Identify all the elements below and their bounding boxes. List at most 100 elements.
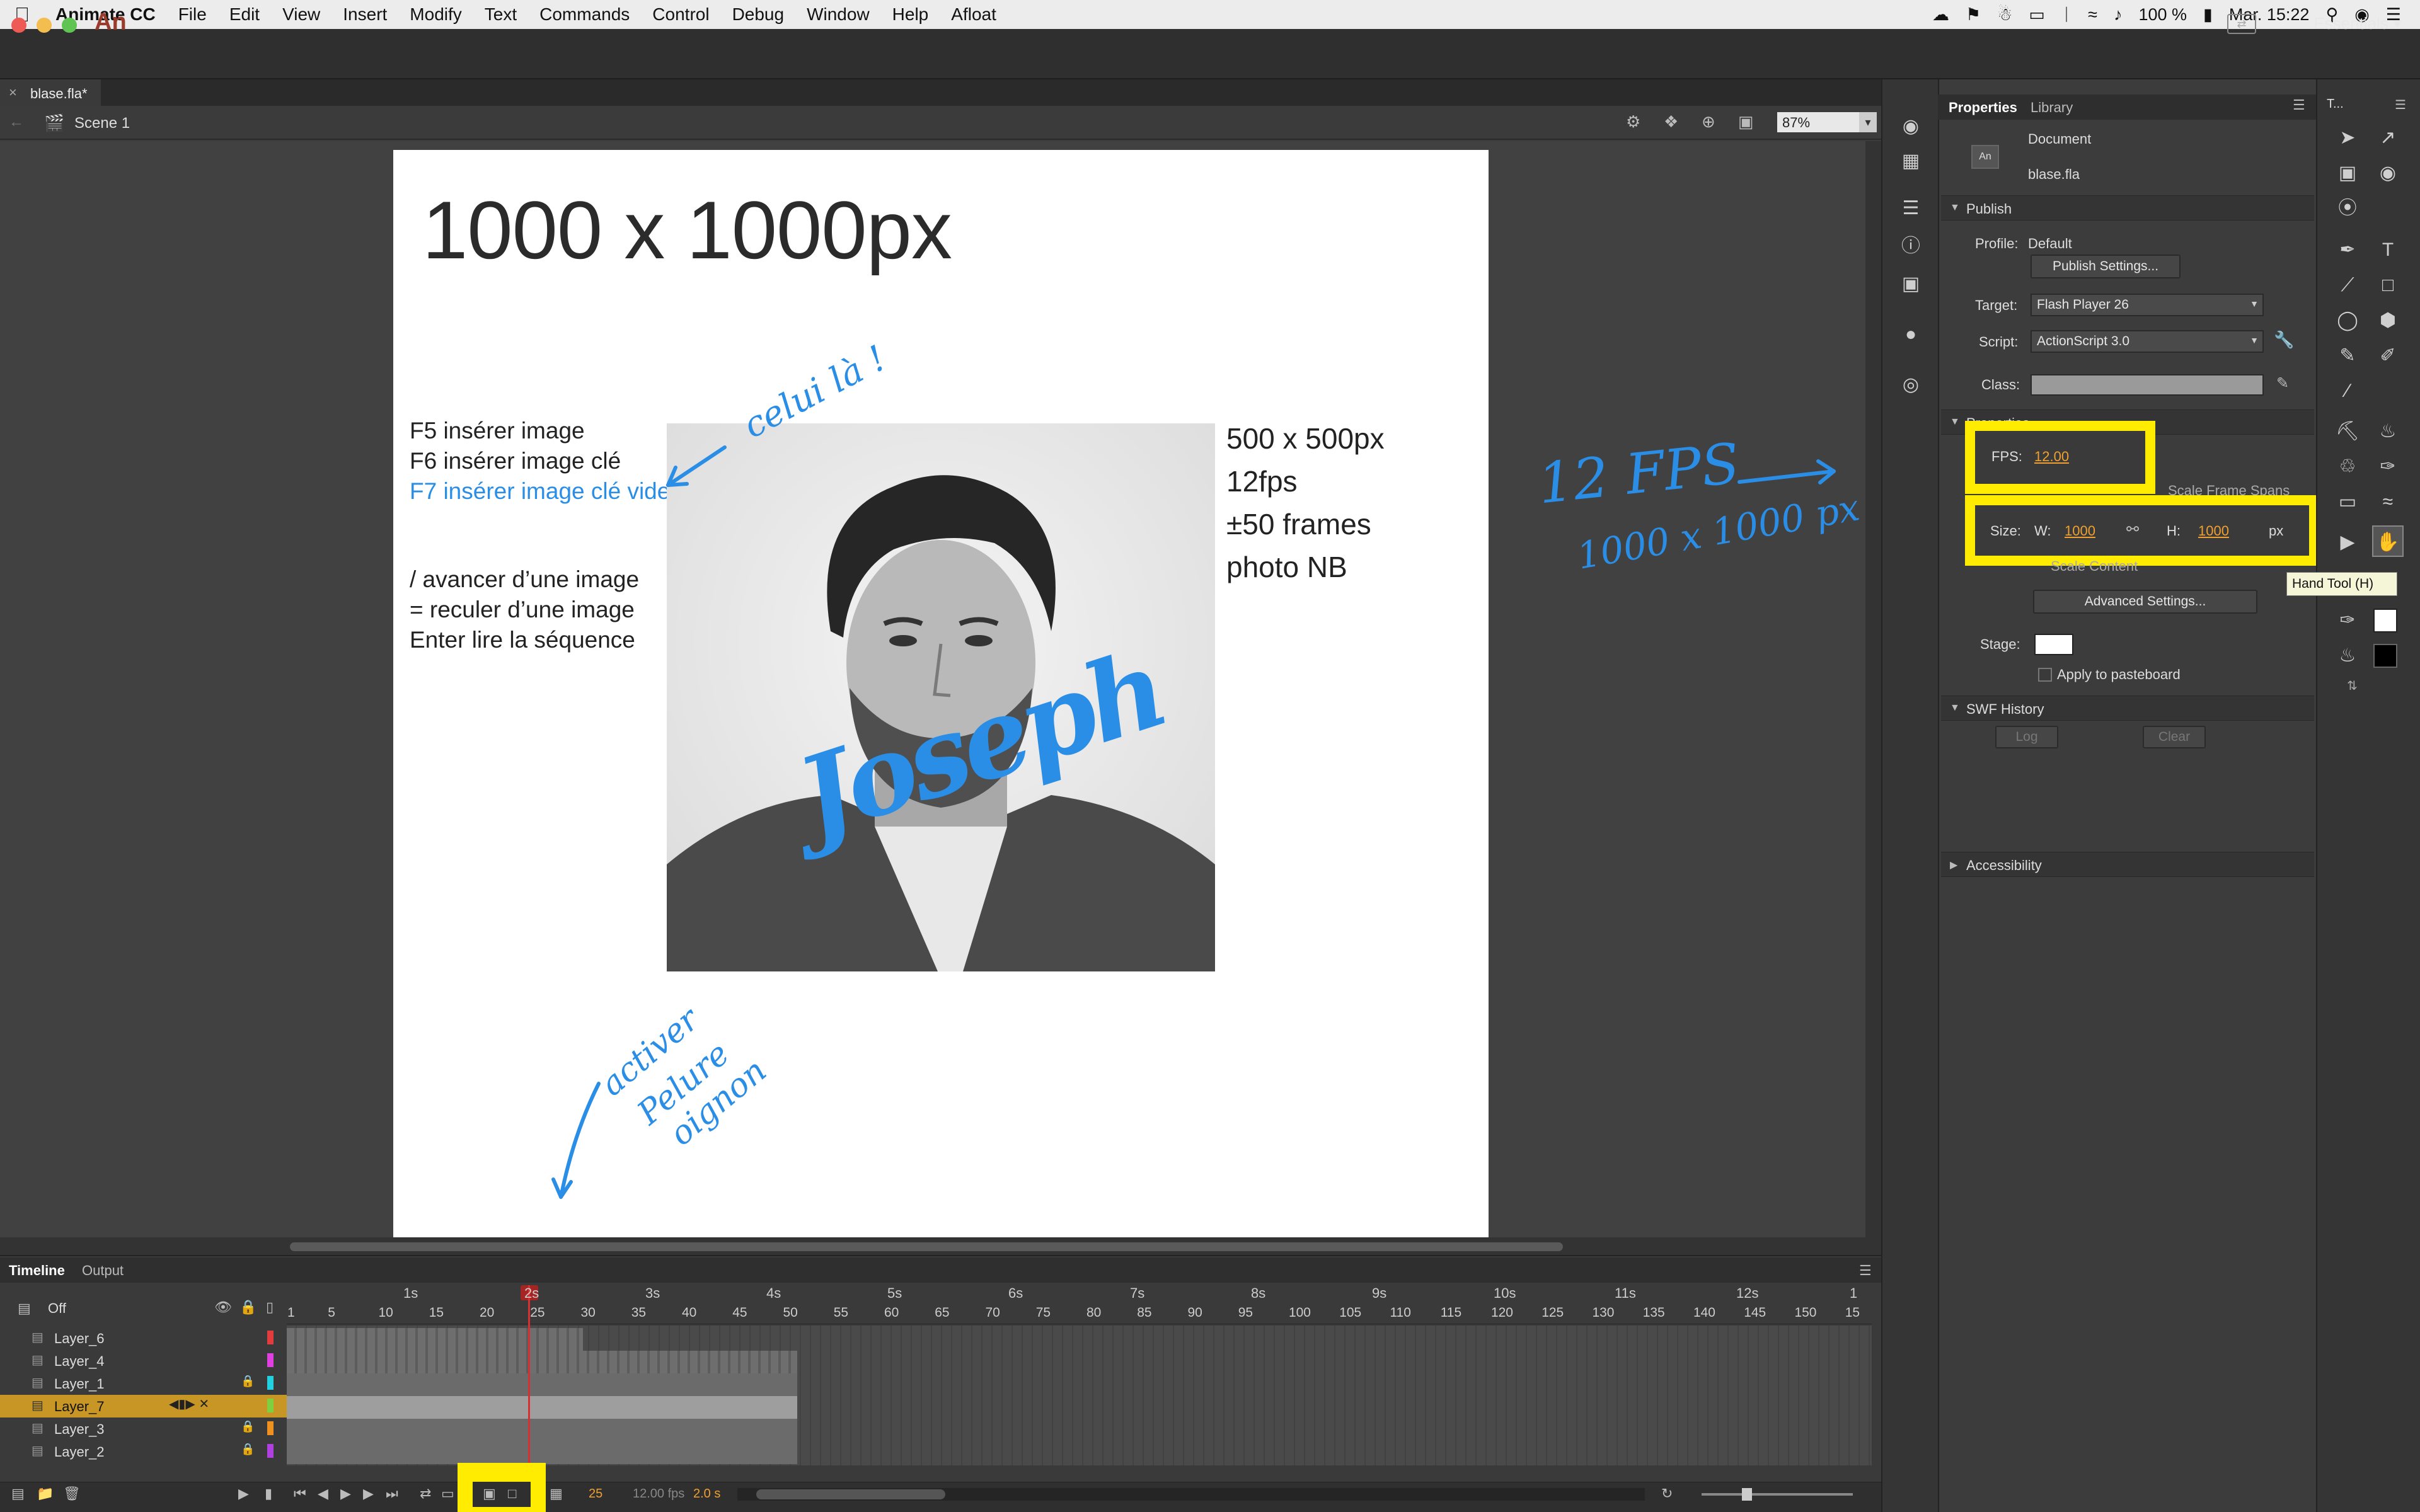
- lasso-tool-icon[interactable]: ⦿: [2332, 193, 2363, 224]
- publish-settings-button[interactable]: Publish Settings...: [2031, 255, 2181, 278]
- layer3-frames[interactable]: [287, 1419, 797, 1441]
- panel-menu-icon[interactable]: ☰: [2293, 97, 2305, 113]
- loop-icon[interactable]: ⇄: [420, 1486, 431, 1502]
- horizontal-scroll-thumb[interactable]: [290, 1242, 1563, 1251]
- info-icon[interactable]: ⓘ: [1895, 231, 1927, 262]
- camera-tool-icon[interactable]: ▶: [2332, 527, 2363, 558]
- show-hide-all-icon[interactable]: 👁: [214, 1299, 232, 1315]
- paint-bucket-tool-icon[interactable]: ♨: [2372, 416, 2404, 447]
- play-icon[interactable]: ▶: [340, 1486, 351, 1502]
- onion-skin-outlines-icon[interactable]: □: [508, 1486, 516, 1502]
- 3d-rotation-tool-icon[interactable]: ◉: [2372, 158, 2404, 189]
- tools-menu-icon[interactable]: ☰: [2395, 97, 2406, 113]
- target-dropdown[interactable]: Flash Player 26 ▼: [2031, 294, 2264, 316]
- layer3-color-chip[interactable]: [267, 1421, 274, 1435]
- free-transform-tool-icon[interactable]: ▣: [2332, 158, 2363, 189]
- layer2-lock-icon[interactable]: 🔒: [241, 1443, 255, 1456]
- lock-all-icon[interactable]: 🔒: [239, 1299, 256, 1315]
- parenting-view-icon[interactable]: ▮: [265, 1486, 272, 1502]
- wrench-icon[interactable]: 🔧: [2274, 330, 2294, 350]
- pen-tool-icon[interactable]: ✒: [2332, 234, 2363, 266]
- layer3-lock-icon[interactable]: 🔒: [241, 1420, 255, 1433]
- layer2-frames[interactable]: [287, 1441, 797, 1464]
- layer4-color-chip[interactable]: [267, 1353, 274, 1367]
- publish-section[interactable]: ▼ Publish: [1941, 195, 2314, 220]
- eyedropper-tool-icon[interactable]: ✑: [2372, 451, 2404, 483]
- height-input[interactable]: 1000: [2198, 523, 2229, 539]
- swap-colors-icon[interactable]: ⇅: [2347, 678, 2358, 694]
- step-forward-icon[interactable]: ▶: [363, 1486, 374, 1502]
- swatches-icon[interactable]: ●: [1895, 319, 1927, 350]
- eraser-tool-icon[interactable]: ▭: [2332, 486, 2363, 518]
- layer7-color-chip[interactable]: [267, 1399, 274, 1412]
- script-dropdown[interactable]: ActionScript 3.0 ▼: [2031, 330, 2264, 353]
- class-input[interactable]: [2031, 374, 2264, 396]
- fill-color-swatch[interactable]: [2373, 644, 2397, 668]
- timeline-zoom-slider[interactable]: [1702, 1493, 1853, 1496]
- pencil-tool-icon[interactable]: ✎: [2332, 340, 2363, 372]
- swf-log-button[interactable]: Log: [1995, 726, 2058, 748]
- layer1-color-chip[interactable]: [267, 1376, 274, 1390]
- paint-brush-tool-icon[interactable]: ∕: [2332, 375, 2363, 407]
- step-back-icon[interactable]: ◀: [318, 1486, 328, 1502]
- polystar-tool-icon[interactable]: ⬢: [2372, 305, 2404, 336]
- camera-icon[interactable]: ▶: [238, 1486, 249, 1502]
- grid-icon[interactable]: ▦: [1895, 146, 1927, 177]
- hand-tool-icon[interactable]: ✋: [2372, 525, 2404, 557]
- stage-vertical-scrollbar[interactable]: [1865, 141, 1881, 1237]
- apply-pasteboard-checkbox[interactable]: [2038, 668, 2052, 682]
- width-input[interactable]: 1000: [2065, 523, 2095, 539]
- frame-rate-display[interactable]: 12.00 fps: [633, 1487, 684, 1501]
- new-folder-icon[interactable]: 📁: [37, 1486, 54, 1502]
- elapsed-time[interactable]: 2.0 s: [693, 1487, 720, 1501]
- ink-bottle-tool-icon[interactable]: ♲: [2332, 451, 2363, 483]
- tab-timeline[interactable]: Timeline: [9, 1263, 65, 1279]
- edit-multiple-frames-icon[interactable]: ▦: [550, 1486, 563, 1502]
- outline-all-icon[interactable]: ▯: [266, 1299, 274, 1315]
- link-dimensions-icon[interactable]: ⚯: [2126, 520, 2139, 539]
- text-tool-icon[interactable]: T: [2372, 234, 2404, 266]
- transform-icon[interactable]: ▣: [1895, 268, 1927, 300]
- oval-tool-icon[interactable]: ◯: [2332, 305, 2363, 336]
- stroke-color-icon[interactable]: ✑: [2332, 605, 2363, 636]
- accessibility-section[interactable]: ▶ Accessibility: [1941, 852, 2314, 877]
- layer4-frames[interactable]: [287, 1351, 797, 1373]
- swf-clear-button[interactable]: Clear: [2143, 726, 2206, 748]
- layer-controls-icon[interactable]: ◀▮▶ ✕: [169, 1396, 209, 1412]
- go-first-frame-icon[interactable]: ⏮: [294, 1486, 306, 1502]
- align-icon[interactable]: ☰: [1895, 193, 1927, 224]
- layer1-lock-icon[interactable]: 🔒: [241, 1375, 255, 1388]
- timeline-scroll-thumb[interactable]: [756, 1489, 945, 1499]
- layer7-frames[interactable]: [287, 1396, 797, 1419]
- layer1-frames[interactable]: [287, 1373, 797, 1396]
- cc-libraries-icon[interactable]: ◎: [1895, 369, 1927, 401]
- layer2-color-chip[interactable]: [267, 1444, 274, 1458]
- pencil-icon[interactable]: ✎: [2276, 374, 2289, 392]
- tab-library[interactable]: Library: [2023, 97, 2080, 118]
- onion-skin-mode[interactable]: Off: [48, 1300, 66, 1317]
- onion-skin-icon[interactable]: ▣: [483, 1486, 496, 1502]
- current-frame[interactable]: 25: [589, 1487, 602, 1501]
- new-layer-icon[interactable]: ▤: [11, 1486, 25, 1502]
- motion-editor-icon[interactable]: ◉: [1895, 111, 1927, 142]
- timeline-zoom-thumb[interactable]: [1742, 1488, 1752, 1501]
- width-tool-icon[interactable]: ≈: [2372, 486, 2404, 518]
- subselection-tool-icon[interactable]: ↗: [2372, 122, 2404, 154]
- layer6-frames[interactable]: [287, 1328, 583, 1351]
- stage-color-swatch[interactable]: [2034, 634, 2073, 655]
- rectangle-tool-icon[interactable]: □: [2372, 270, 2404, 301]
- fill-color-icon[interactable]: ♨: [2332, 640, 2363, 672]
- bone-tool-icon[interactable]: ⛏: [2332, 416, 2363, 447]
- tab-properties[interactable]: Properties: [1941, 97, 2025, 118]
- selection-tool-icon[interactable]: ➤: [2332, 122, 2363, 154]
- layer6-color-chip[interactable]: [267, 1331, 274, 1344]
- fps-input[interactable]: 12.00: [2034, 449, 2069, 465]
- go-last-frame-icon[interactable]: ⏭: [386, 1486, 398, 1502]
- brush-tool-icon[interactable]: ✐: [2372, 340, 2404, 372]
- scale-content-checkbox[interactable]: Scale Content: [2051, 558, 2138, 575]
- stroke-color-swatch[interactable]: [2373, 609, 2397, 633]
- sync-timeline-icon[interactable]: ↻: [1661, 1486, 1673, 1502]
- tab-output[interactable]: Output: [82, 1263, 124, 1279]
- center-frame-icon[interactable]: ▭: [441, 1486, 454, 1502]
- swf-history-section[interactable]: ▼ SWF History: [1941, 696, 2314, 721]
